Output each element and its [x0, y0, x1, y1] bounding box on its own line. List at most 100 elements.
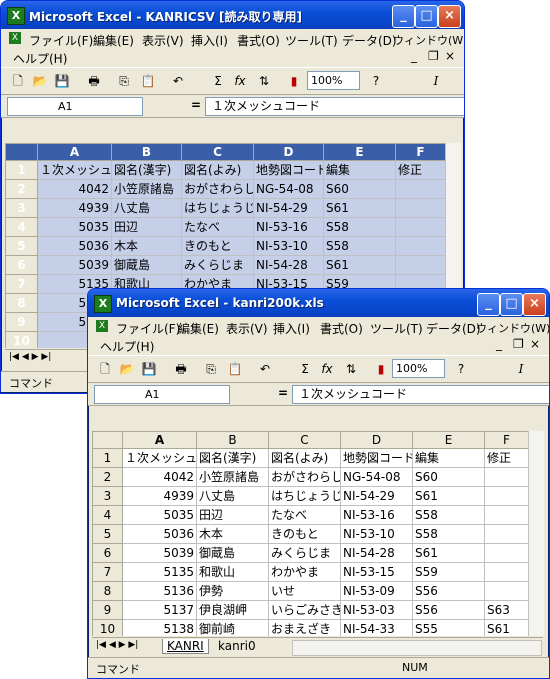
autosum-icon[interactable]: Σ: [209, 72, 227, 90]
cell-e[interactable]: S61: [412, 543, 485, 563]
cell-b[interactable]: 田辺: [196, 505, 269, 525]
front-sheet-grid[interactable]: A B C D E F 1１次メッシュコード図名(漢字)図名(よみ)地勢図コード…: [92, 431, 528, 636]
autosum-icon[interactable]: Σ: [296, 360, 314, 378]
cell-d[interactable]: NG-54-08: [253, 179, 324, 199]
column-header-d[interactable]: D: [253, 143, 324, 161]
copy-icon[interactable]: ⎘: [202, 360, 220, 378]
cell-d[interactable]: NI-54-28: [340, 543, 413, 563]
cell-f[interactable]: [395, 236, 445, 256]
row-header[interactable]: 6: [5, 255, 38, 275]
column-header-a[interactable]: A: [122, 431, 197, 449]
cell-c[interactable]: おがさわらし: [268, 467, 341, 487]
maximize-button[interactable]: □: [500, 293, 523, 316]
cell-e[interactable]: 編集: [323, 160, 396, 180]
cell-a[interactable]: 5035: [37, 217, 112, 237]
sheet-tab-kanri[interactable]: KANRI: [162, 639, 209, 654]
cell-c[interactable]: おまえざき: [268, 619, 341, 636]
cell-e[interactable]: S60: [412, 467, 485, 487]
cell-d[interactable]: NI-53-16: [340, 505, 413, 525]
cell-a[interactable]: 5036: [37, 236, 112, 256]
function-icon[interactable]: fx: [318, 360, 336, 378]
cell-f[interactable]: [484, 581, 528, 601]
sort-ascending-icon[interactable]: ⇅: [342, 360, 360, 378]
cell-e[interactable]: S56: [412, 581, 485, 601]
menu-data[interactable]: データ(D): [342, 32, 397, 49]
cell-c[interactable]: いせ: [268, 581, 341, 601]
cell-e[interactable]: S58: [323, 217, 396, 237]
menu-insert[interactable]: 挿入(I): [273, 320, 310, 337]
doc-close-button[interactable]: ×: [530, 337, 540, 351]
chart-icon[interactable]: ▮: [285, 72, 303, 90]
cell-f[interactable]: [484, 505, 528, 525]
menu-tools[interactable]: ツール(T): [370, 320, 423, 337]
row-header[interactable]: 1: [92, 448, 123, 468]
cell-e[interactable]: S58: [412, 524, 485, 544]
row-header[interactable]: 4: [5, 217, 38, 237]
tab-navigation-icon[interactable]: |◀ ◀ ▶ ▶|: [96, 640, 138, 650]
cell-e[interactable]: S58: [323, 236, 396, 256]
cell-b[interactable]: 御前崎: [196, 619, 269, 636]
cell-e[interactable]: S60: [323, 179, 396, 199]
cell-d[interactable]: NI-53-03: [340, 600, 413, 620]
cell-d[interactable]: NI-53-09: [340, 581, 413, 601]
cell-d[interactable]: NI-54-29: [340, 486, 413, 506]
new-icon[interactable]: 🗋: [96, 360, 114, 378]
row-header[interactable]: 10: [5, 331, 38, 348]
menu-file[interactable]: ファイル(F): [29, 32, 93, 49]
zoom-combo[interactable]: 100%: [392, 359, 445, 378]
maximize-button[interactable]: □: [415, 5, 438, 28]
cell-d[interactable]: 地勢図コード: [340, 448, 413, 468]
formula-input[interactable]: １次メッシュコード: [292, 385, 549, 404]
cell-a[interactable]: 5138: [122, 619, 197, 636]
menu-edit[interactable]: 編集(E): [178, 320, 219, 337]
menu-view[interactable]: 表示(V): [142, 32, 184, 49]
menu-file[interactable]: ファイル(F): [116, 320, 180, 337]
cell-c[interactable]: みくらじま: [181, 255, 254, 275]
cell-e[interactable]: 編集: [412, 448, 485, 468]
select-all-corner[interactable]: [92, 431, 123, 449]
cell-e[interactable]: S61: [323, 198, 396, 218]
chart-icon[interactable]: ▮: [372, 360, 390, 378]
menu-format[interactable]: 書式(O): [320, 320, 363, 337]
row-header[interactable]: 4: [92, 505, 123, 525]
cell-c[interactable]: きのもと: [268, 524, 341, 544]
cell-c[interactable]: たなべ: [268, 505, 341, 525]
row-header[interactable]: 9: [92, 600, 123, 620]
save-icon[interactable]: 💾: [140, 360, 158, 378]
cell-a[interactable]: 5039: [122, 543, 197, 563]
cell-e[interactable]: S56: [412, 600, 485, 620]
back-title-bar[interactable]: X Microsoft Excel - KANRICSV [読み取り専用] _ …: [1, 1, 464, 29]
row-header[interactable]: 5: [92, 524, 123, 544]
menu-edit[interactable]: 編集(E): [93, 32, 134, 49]
tab-first-icon[interactable]: |◀ ◀ ▶ ▶|: [9, 352, 51, 362]
cell-b[interactable]: 八丈島: [111, 198, 182, 218]
menu-help[interactable]: ヘルプ(H): [13, 50, 67, 67]
cell-b[interactable]: 田辺: [111, 217, 182, 237]
cell-d[interactable]: NI-54-29: [253, 198, 324, 218]
column-header-d[interactable]: D: [340, 431, 413, 449]
cell-d[interactable]: NI-53-10: [340, 524, 413, 544]
doc-close-button[interactable]: ×: [445, 49, 455, 63]
menu-tools[interactable]: ツール(T): [285, 32, 338, 49]
cell-a[interactable]: 5136: [122, 581, 197, 601]
front-vertical-scrollbar[interactable]: [528, 431, 544, 636]
cell-f[interactable]: S63: [484, 600, 528, 620]
undo-icon[interactable]: ↶: [169, 72, 187, 90]
cell-a[interactable]: 4939: [122, 486, 197, 506]
function-icon[interactable]: fx: [231, 72, 249, 90]
cell-f[interactable]: S61: [484, 619, 528, 636]
copy-icon[interactable]: ⎘: [115, 72, 133, 90]
horizontal-scrollbar[interactable]: [292, 640, 542, 656]
cell-c[interactable]: たなべ: [181, 217, 254, 237]
cell-c[interactable]: わかやま: [268, 562, 341, 582]
menu-window[interactable]: ウィンドウ(W): [393, 32, 464, 48]
row-header[interactable]: 2: [92, 467, 123, 487]
cell-d[interactable]: NG-54-08: [340, 467, 413, 487]
column-header-c[interactable]: C: [181, 143, 254, 161]
cell-a[interactable]: 5039: [37, 255, 112, 275]
cell-d[interactable]: NI-53-15: [340, 562, 413, 582]
undo-icon[interactable]: ↶: [256, 360, 274, 378]
menu-format[interactable]: 書式(O): [237, 32, 280, 49]
formula-input[interactable]: １次メッシュコード: [205, 97, 464, 116]
cell-d[interactable]: NI-53-16: [253, 217, 324, 237]
